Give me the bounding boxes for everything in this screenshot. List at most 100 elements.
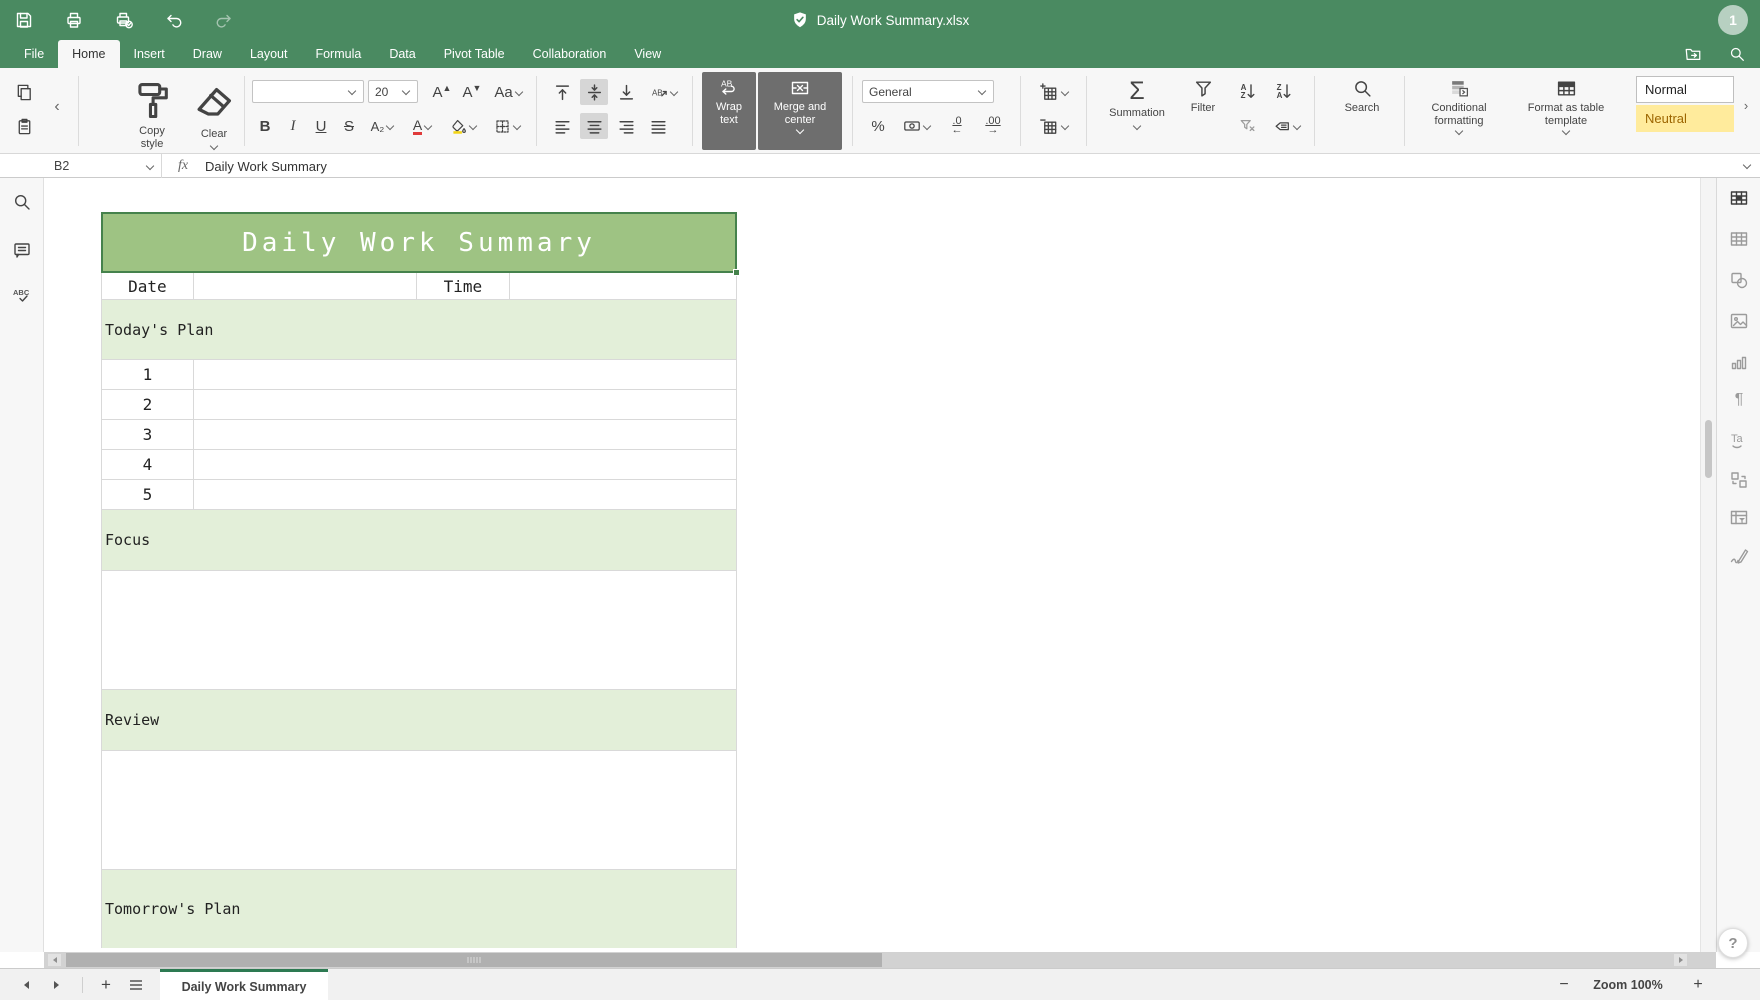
focus-content-cell[interactable] (101, 571, 737, 690)
cell-settings-icon[interactable] (1729, 188, 1749, 208)
decrease-font-size-button[interactable]: A▼ (458, 79, 486, 105)
section-header-focus[interactable]: Focus (101, 510, 737, 571)
plan-entry-cell[interactable] (194, 360, 736, 389)
align-bottom-icon[interactable] (612, 79, 640, 105)
align-justify-icon[interactable] (644, 113, 672, 139)
paragraph-settings-icon[interactable]: ¶ (1729, 391, 1749, 411)
accounting-style-button[interactable] (896, 113, 938, 139)
user-avatar[interactable]: 1 (1718, 5, 1748, 35)
formula-input[interactable]: Daily Work Summary (205, 154, 327, 178)
plan-number-cell[interactable]: 3 (102, 420, 194, 449)
copy-style-button[interactable]: Copy style (116, 72, 188, 150)
selection-fill-handle[interactable] (733, 269, 740, 276)
plan-entry-cell[interactable] (194, 450, 736, 479)
sort-descending-button[interactable]: ZA (1268, 79, 1300, 105)
font-color-button[interactable]: A (404, 113, 442, 139)
percent-style-button[interactable]: % (864, 113, 892, 139)
clear-button[interactable]: Clear (190, 72, 238, 150)
section-header-review[interactable]: Review (101, 690, 737, 751)
search-icon[interactable] (12, 192, 32, 212)
borders-button[interactable] (488, 113, 528, 139)
clear-filter-button[interactable] (1232, 113, 1264, 139)
filter-button[interactable]: Filter (1178, 72, 1228, 150)
align-right-icon[interactable] (612, 113, 640, 139)
search-button[interactable]: Search (1326, 72, 1398, 150)
horizontal-scrollbar-thumb[interactable] (66, 953, 882, 967)
time-header-cell[interactable]: Time (417, 273, 510, 299)
menu-tab-pivot-table[interactable]: Pivot Table (430, 40, 519, 68)
date-header-cell[interactable]: Date (102, 273, 194, 299)
slicer-settings-icon[interactable] (1729, 470, 1749, 490)
sheet-tab-daily-work-summary[interactable]: Daily Work Summary (160, 969, 328, 1001)
spreadsheet-canvas[interactable]: Daily Work Summary Date Time Today's Pla… (44, 178, 1700, 952)
redo-icon[interactable] (214, 10, 234, 30)
image-settings-icon[interactable] (1729, 311, 1749, 331)
menu-tab-draw[interactable]: Draw (179, 40, 236, 68)
format-as-table-button[interactable]: Format as table template (1510, 72, 1622, 150)
plan-entry-cell[interactable] (194, 480, 736, 509)
change-case-button[interactable]: Aa (490, 79, 528, 105)
signature-settings-icon[interactable] (1729, 546, 1749, 566)
conditional-formatting-button[interactable]: Conditional formatting (1412, 72, 1506, 150)
strikeout-button[interactable]: S (336, 113, 362, 139)
align-middle-icon[interactable] (580, 79, 608, 105)
plan-number-cell[interactable]: 2 (102, 390, 194, 419)
chart-settings-icon[interactable] (1729, 352, 1749, 372)
cell-style-neutral[interactable]: Neutral (1636, 105, 1734, 132)
orientation-button[interactable]: AB (644, 79, 686, 105)
collapse-toolbar-button[interactable]: ‹ (46, 94, 68, 120)
merge-and-center-button[interactable]: Merge and center (758, 72, 842, 150)
cell-style-normal[interactable]: Normal (1636, 76, 1734, 103)
open-file-location-icon[interactable] (1684, 45, 1702, 63)
date-value-cell[interactable] (194, 273, 417, 299)
menu-tab-layout[interactable]: Layout (236, 40, 302, 68)
expand-formula-bar-icon[interactable] (1743, 162, 1752, 169)
help-button[interactable]: ? (1718, 928, 1748, 958)
review-content-cell[interactable] (101, 751, 737, 870)
plan-entry-cell[interactable] (194, 420, 736, 449)
menu-tab-data[interactable]: Data (375, 40, 429, 68)
section-header-tomorrows-plan[interactable]: Tomorrow's Plan (101, 870, 737, 948)
plan-entry-cell[interactable] (194, 390, 736, 419)
sort-ascending-button[interactable]: AZ (1232, 79, 1264, 105)
decrease-decimal-button[interactable]: .0← (940, 113, 974, 139)
insert-function-button[interactable]: fx (178, 154, 188, 178)
zoom-out-button[interactable]: − (1552, 969, 1576, 1001)
underline-button[interactable]: U (308, 113, 334, 139)
increase-font-size-button[interactable]: A▲ (428, 79, 456, 105)
comments-icon[interactable] (12, 240, 32, 260)
copy-icon[interactable] (10, 79, 38, 105)
menu-tab-file[interactable]: File (10, 40, 58, 68)
plan-number-cell[interactable]: 1 (102, 360, 194, 389)
align-left-icon[interactable] (548, 113, 576, 139)
plan-number-cell[interactable]: 5 (102, 480, 194, 509)
align-top-icon[interactable] (548, 79, 576, 105)
table-settings-icon[interactable] (1729, 229, 1749, 249)
paste-icon[interactable] (10, 113, 38, 139)
sheet-list-button[interactable] (122, 969, 150, 1001)
menu-tab-home[interactable]: Home (58, 40, 119, 68)
italic-button[interactable]: I (280, 113, 306, 139)
section-header-todays-plan[interactable]: Today's Plan (101, 300, 737, 360)
vertical-scrollbar[interactable] (1700, 178, 1716, 952)
next-sheet-arrow[interactable] (44, 969, 68, 1001)
summation-button[interactable]: Σ Summation (1098, 72, 1176, 150)
menu-tab-collaboration[interactable]: Collaboration (519, 40, 621, 68)
quick-print-icon[interactable] (114, 10, 134, 30)
save-icon[interactable] (14, 10, 34, 30)
menu-tab-view[interactable]: View (620, 40, 675, 68)
prev-sheet-arrow[interactable] (14, 969, 38, 1001)
vertical-scrollbar-thumb[interactable] (1705, 420, 1712, 478)
textart-settings-icon[interactable]: Ta (1729, 430, 1749, 450)
fill-color-button[interactable] (444, 113, 484, 139)
time-value-cell[interactable] (510, 273, 736, 299)
insert-cells-button[interactable] (1032, 79, 1078, 105)
plan-number-cell[interactable]: 4 (102, 450, 194, 479)
scroll-right-arrow[interactable] (1674, 954, 1687, 966)
spellcheck-icon[interactable]: ABC (12, 286, 32, 306)
wrap-text-button[interactable]: AB Wrap text (702, 72, 756, 150)
search-icon[interactable] (1728, 45, 1746, 63)
zoom-in-button[interactable]: + (1686, 969, 1710, 1001)
shape-settings-icon[interactable] (1729, 270, 1749, 290)
undo-icon[interactable] (164, 10, 184, 30)
